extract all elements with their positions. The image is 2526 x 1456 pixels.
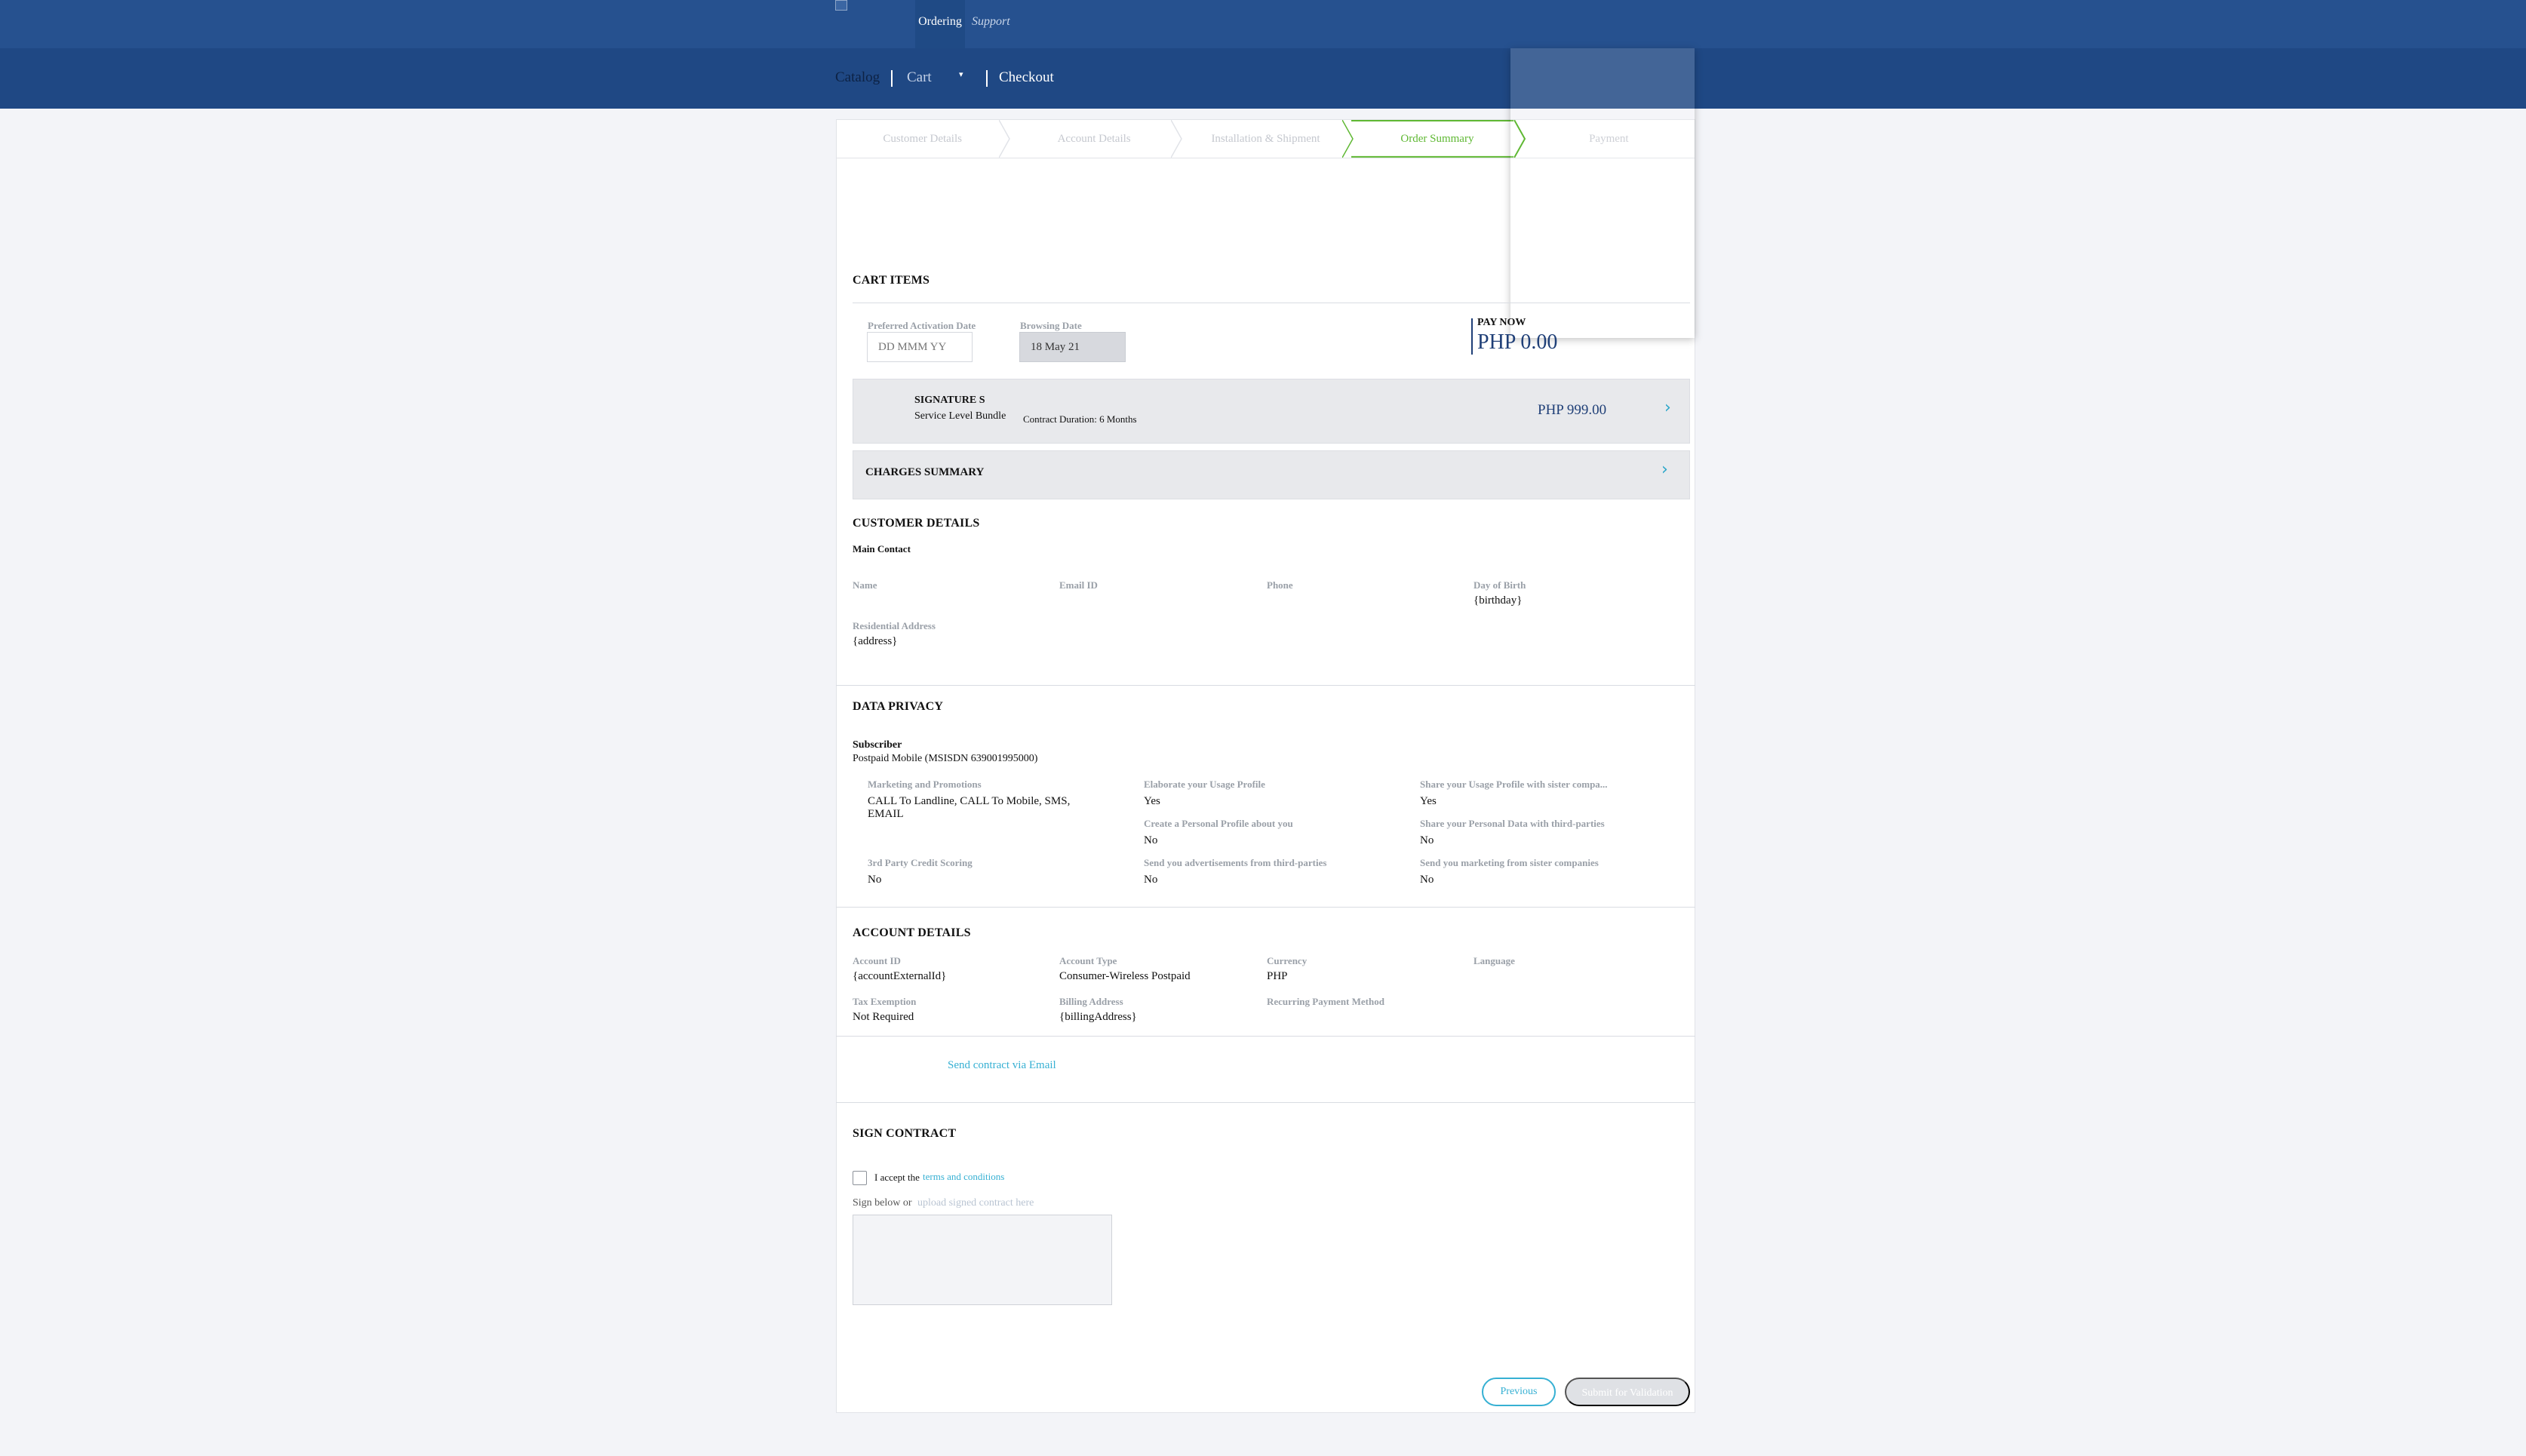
upload-contract-link[interactable]: upload signed contract here — [917, 1197, 1034, 1209]
sister-marketing-value: No — [1420, 874, 1434, 886]
elaborate-profile-label: Elaborate your Usage Profile — [1144, 779, 1265, 790]
chevron-right-icon[interactable]: › — [1661, 460, 1668, 479]
accept-terms-text: I accept the — [874, 1172, 920, 1183]
bundle-type: Service Level Bundle — [914, 410, 1006, 422]
account-type-label: Account Type — [1059, 955, 1117, 966]
pay-now-accent — [1471, 318, 1473, 355]
nav-ordering[interactable]: Ordering — [915, 0, 965, 48]
step-arrow-icon — [1513, 120, 1526, 158]
tax-exemption-value: Not Required — [853, 1011, 914, 1023]
subscriber-label: Subscriber — [853, 739, 902, 751]
sister-marketing-label: Send you marketing from sister companies — [1420, 857, 1599, 868]
step-arrow-icon — [1170, 120, 1182, 158]
chevron-down-icon[interactable]: ▾ — [959, 69, 963, 79]
subnav-separator — [986, 70, 988, 87]
step-customer-details[interactable]: Customer Details — [837, 120, 1011, 158]
step-arrow-icon — [1342, 120, 1354, 158]
divider — [836, 685, 1695, 686]
cart-items-title: CART ITEMS — [853, 274, 930, 287]
marketing-value: EMAIL — [868, 808, 904, 820]
terms-conditions-link[interactable]: terms and conditions — [923, 1171, 1004, 1183]
submit-validation-button[interactable]: Submit for Validation — [1565, 1378, 1690, 1406]
signature-pad[interactable] — [853, 1215, 1112, 1305]
customer-details-title: CUSTOMER DETAILS — [853, 517, 980, 530]
browsing-date-label: Browsing Date — [1020, 320, 1082, 331]
preferred-activation-label: Preferred Activation Date — [868, 320, 976, 331]
language-label: Language — [1474, 955, 1515, 966]
step-order-summary[interactable]: Order Summary — [1351, 120, 1526, 158]
credit-scoring-label: 3rd Party Credit Scoring — [868, 857, 973, 868]
credit-scoring-value: No — [868, 874, 882, 886]
step-arrow-icon — [999, 120, 1011, 158]
previous-button[interactable]: Previous — [1482, 1378, 1556, 1406]
subnav-cart[interactable]: Cart — [907, 69, 932, 86]
main-contact-label: Main Contact — [853, 543, 911, 554]
account-id-label: Account ID — [853, 955, 901, 966]
send-contract-email-link[interactable]: Send contract via Email — [948, 1059, 1056, 1072]
step-installation-shipment[interactable]: Installation & Shipment — [1180, 120, 1354, 158]
share-personal-value: No — [1420, 834, 1434, 846]
account-id-value: {accountExternalId} — [853, 970, 947, 982]
sign-below-text: Sign below or — [853, 1197, 912, 1209]
name-label: Name — [853, 579, 877, 591]
step-label: Order Summary — [1400, 133, 1474, 145]
personal-profile-value: No — [1144, 834, 1158, 846]
divider — [836, 1102, 1695, 1103]
third-party-ads-label: Send you advertisements from third-parti… — [1144, 857, 1327, 868]
subnav-checkout[interactable]: Checkout — [999, 69, 1054, 86]
preferred-activation-date-input[interactable] — [867, 332, 973, 362]
sub-navigation-bar — [0, 48, 2526, 109]
logo-image[interactable] — [835, 0, 847, 11]
dob-value: {birthday} — [1474, 594, 1523, 607]
step-label: Customer Details — [883, 133, 962, 145]
bundle-name: SIGNATURE S — [914, 395, 985, 406]
contract-duration: Contract Duration: 6 Months — [1023, 413, 1137, 425]
email-label: Email ID — [1059, 579, 1098, 591]
marketing-label: Marketing and Promotions — [868, 779, 982, 790]
marketing-value: CALL To Landline, CALL To Mobile, SMS, — [868, 795, 1071, 807]
browsing-date-field: 18 May 21 — [1019, 332, 1126, 362]
top-navigation-bar — [0, 0, 2526, 48]
data-privacy-title: DATA PRIVACY — [853, 700, 944, 713]
address-value: {address} — [853, 635, 898, 647]
account-type-value: Consumer-Wireless Postpaid — [1059, 970, 1191, 982]
divider — [836, 1036, 1695, 1037]
share-usage-value: Yes — [1420, 795, 1437, 807]
bundle-price: PHP 999.00 — [1538, 402, 1607, 418]
pay-now-amount: PHP 0.00 — [1477, 330, 1558, 354]
cart-dropdown-panel — [1510, 48, 1695, 338]
sign-contract-title: SIGN CONTRACT — [853, 1127, 957, 1140]
subnav-separator — [891, 70, 893, 87]
phone-label: Phone — [1267, 579, 1293, 591]
billing-address-value: {billingAddress} — [1059, 1011, 1137, 1023]
share-usage-label: Share your Usage Profile with sister com… — [1420, 779, 1608, 790]
pay-now-label: PAY NOW — [1477, 317, 1526, 328]
step-label: Installation & Shipment — [1211, 133, 1320, 145]
account-details-title: ACCOUNT DETAILS — [853, 926, 971, 939]
charges-summary-title: CHARGES SUMMARY — [865, 466, 985, 478]
billing-address-label: Billing Address — [1059, 996, 1123, 1007]
divider — [836, 907, 1695, 908]
step-label: Account Details — [1057, 133, 1131, 145]
third-party-ads-value: No — [1144, 874, 1158, 886]
subnav-catalog[interactable]: Catalog — [835, 69, 880, 86]
recurring-payment-label: Recurring Payment Method — [1267, 996, 1384, 1007]
share-personal-label: Share your Personal Data with third-part… — [1420, 818, 1605, 829]
elaborate-profile-value: Yes — [1144, 795, 1160, 807]
accept-terms-checkbox[interactable] — [853, 1171, 867, 1185]
subscriber-value: Postpaid Mobile (MSISDN 639001995000) — [853, 753, 1038, 764]
currency-label: Currency — [1267, 955, 1308, 966]
nav-support[interactable]: Support — [972, 0, 1010, 48]
personal-profile-label: Create a Personal Profile about you — [1144, 818, 1293, 829]
address-label: Residential Address — [853, 620, 936, 631]
chevron-right-icon[interactable]: › — [1664, 398, 1671, 417]
step-account-details[interactable]: Account Details — [1008, 120, 1182, 158]
tax-exemption-label: Tax Exemption — [853, 996, 917, 1007]
currency-value: PHP — [1267, 970, 1288, 982]
dob-label: Day of Birth — [1474, 579, 1526, 591]
